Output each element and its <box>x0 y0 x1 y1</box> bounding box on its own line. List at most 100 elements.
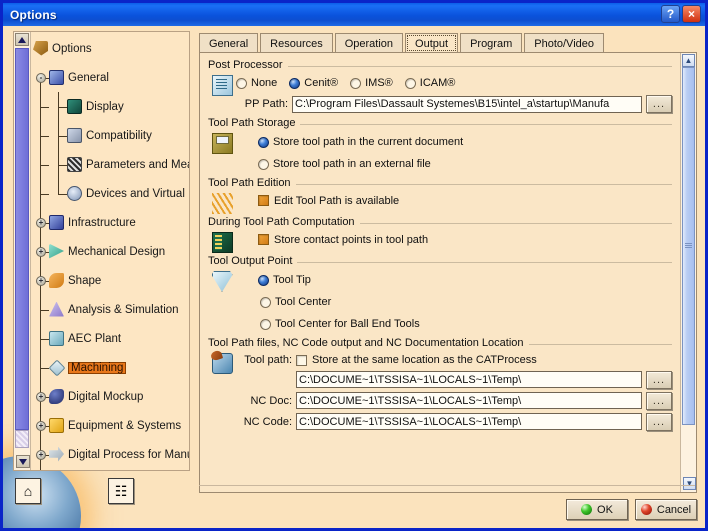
tool-output-point-icon <box>211 271 233 292</box>
tool-path-browse-button[interactable]: ... <box>646 370 672 389</box>
tree-scroll-thumb[interactable] <box>15 48 29 430</box>
tab-operation[interactable]: Operation <box>334 33 404 53</box>
group-legend-during-computation: During Tool Path Computation <box>208 216 360 228</box>
radio-icam[interactable]: ICAM® <box>404 77 456 89</box>
checkbox-store-contact-points[interactable]: Store contact points in tool path <box>258 230 672 249</box>
pp-path-input[interactable]: C:\Program Files\Dassault Systemes\B15\i… <box>292 95 642 113</box>
sidebar-item-label: Digital Mockup <box>68 390 144 403</box>
radio-tool-tip-label: Tool Tip <box>273 274 311 286</box>
pp-path-browse-button[interactable]: ... <box>646 95 672 113</box>
nc-doc-browse-button[interactable]: ... <box>646 391 672 410</box>
tree-scroll-up-icon[interactable] <box>15 33 29 46</box>
nc-code-browse-button[interactable]: ... <box>646 412 672 431</box>
ok-ball-icon <box>581 504 593 515</box>
edit-tool-path-icon <box>211 193 233 214</box>
scroll-up-icon[interactable]: ▲ <box>682 54 695 67</box>
tree-line <box>58 164 67 166</box>
tab-program[interactable]: Program <box>460 33 523 53</box>
sidebar-item-ergonomics-design-analys[interactable]: +Ergonomics Design & Analys <box>31 469 189 470</box>
computation-icon-slot <box>208 230 236 253</box>
sidebar-item-digital-mockup[interactable]: + Digital Mockup <box>31 382 189 411</box>
help-icon[interactable]: ? <box>661 5 680 23</box>
group-during-tool-path-computation: During Tool Path Computation Store conta… <box>208 216 672 253</box>
pp-path-label: PP Path: <box>244 98 288 110</box>
options-report-button[interactable]: ☷ <box>108 478 134 504</box>
infrastructure-icon: + <box>36 214 65 231</box>
checkbox-edit-tool-path-available[interactable]: Edit Tool Path is available <box>258 191 672 210</box>
sidebar-item-analysis-simulation[interactable]: Analysis & Simulation <box>31 295 189 324</box>
scroll-thumb[interactable] <box>682 67 695 425</box>
digital-process-icon-glyph <box>49 446 64 462</box>
aec-plant-icon-glyph <box>49 330 64 346</box>
tree-scroll-down-icon[interactable] <box>16 455 30 468</box>
compatibility-icon-glyph <box>67 127 82 143</box>
close-icon[interactable]: × <box>682 5 701 23</box>
radio-none[interactable]: None <box>236 77 277 89</box>
radio-store-current-document[interactable]: Store tool path in the current document <box>258 131 672 153</box>
scroll-down-icon[interactable]: ▼ <box>683 477 696 490</box>
sidebar-item-compatibility[interactable]: Compatibility <box>31 121 189 150</box>
tree-scroll-grip[interactable] <box>15 430 29 448</box>
tab-strip[interactable]: General Resources Operation Output Program Ph… <box>199 31 606 53</box>
radio-tool-center-ball-end[interactable]: Tool Center for Ball End Tools <box>258 313 672 335</box>
display-icon-glyph <box>67 98 82 114</box>
nc-code-input[interactable]: C:\DOCUME~1\TSSISA~1\LOCALS~1\Temp\ <box>296 413 642 430</box>
radio-store-external-file[interactable]: Store tool path in an external file <box>258 153 672 175</box>
radio-tool-tip[interactable]: Tool Tip <box>258 269 672 291</box>
sidebar-item-label: General <box>68 71 109 84</box>
equipment-icon-glyph <box>49 417 64 433</box>
tab-photo-video[interactable]: Photo/Video <box>524 33 604 53</box>
tree-scrollbar[interactable] <box>14 32 31 470</box>
tab-output[interactable]: Output <box>405 33 459 53</box>
sidebar-item-digital-process-for-manufact[interactable]: + Digital Process for Manufact <box>31 440 189 469</box>
cancel-ball-icon <box>640 504 652 515</box>
sidebar-item-label: Mechanical Design <box>68 245 166 258</box>
footer-separator <box>199 485 695 486</box>
group-post-processor: Post Processor None Cenit® IMS® ICAM® PP… <box>208 59 672 115</box>
parameters-icon <box>67 156 83 173</box>
equipment-icon: + <box>36 417 65 434</box>
checkbox-store-same-location[interactable]: Store at the same location as the CATPro… <box>296 354 537 366</box>
tab-resources[interactable]: Resources <box>260 33 333 53</box>
nc-doc-input[interactable]: C:\DOCUME~1\TSSISA~1\LOCALS~1\Temp\ <box>296 392 642 409</box>
expand-icon[interactable]: + <box>36 391 46 402</box>
ok-button[interactable]: OK <box>566 499 628 520</box>
home-options-button[interactable]: ⌂ <box>15 478 41 504</box>
expand-icon[interactable]: + <box>36 217 46 228</box>
cancel-button[interactable]: Cancel <box>635 499 697 520</box>
devices-icon <box>67 185 83 202</box>
options-tree[interactable]: Options - General Display Compatibility Param… <box>31 34 189 470</box>
radio-tool-center-ball-end-label: Tool Center for Ball End Tools <box>275 318 420 330</box>
radio-cenit[interactable]: Cenit® <box>289 77 338 89</box>
sidebar-item-shape[interactable]: + Shape <box>31 266 189 295</box>
post-processor-icon-slot <box>208 73 236 96</box>
sidebar-item-machining[interactable]: Machining <box>31 353 189 382</box>
radio-icam-label: ICAM® <box>419 77 456 89</box>
radio-tool-center-label: Tool Center <box>275 296 332 308</box>
digital-process-icon: + <box>36 446 65 463</box>
sidebar-item-display[interactable]: Display <box>31 92 189 121</box>
tab-general[interactable]: General <box>199 33 259 53</box>
tool-path-path-input[interactable]: C:\DOCUME~1\TSSISA~1\LOCALS~1\Temp\ <box>296 371 642 388</box>
ok-button-label: OK <box>597 503 613 516</box>
sidebar-item-aec-plant[interactable]: AEC Plant <box>31 324 189 353</box>
sidebar-item-devices-and-virtual-realit[interactable]: Devices and Virtual Realit <box>31 179 189 208</box>
radio-ims[interactable]: IMS® <box>350 77 393 89</box>
page-scrollbar[interactable]: ▲ ▼ <box>680 53 696 492</box>
sidebar-item-general[interactable]: - General <box>31 63 189 92</box>
sidebar-item-parameters-and-measure[interactable]: Parameters and Measure <box>31 150 189 179</box>
sidebar-item-mechanical-design[interactable]: + Mechanical Design <box>31 237 189 266</box>
radio-tool-center[interactable]: Tool Center <box>258 291 672 313</box>
sidebar-item-label: Display <box>86 100 124 113</box>
expand-icon[interactable]: + <box>36 449 46 460</box>
expand-icon[interactable]: + <box>36 275 46 286</box>
expand-icon[interactable]: + <box>36 420 46 431</box>
sidebar-item-equipment-systems[interactable]: + Equipment & Systems <box>31 411 189 440</box>
sidebar-item-options[interactable]: Options <box>31 34 189 63</box>
tree-line <box>58 193 67 195</box>
collapse-icon[interactable]: - <box>36 72 46 83</box>
sidebar-item-label: Options <box>52 42 92 55</box>
sidebar-item-infrastructure[interactable]: + Infrastructure <box>31 208 189 237</box>
expand-icon[interactable]: + <box>36 246 46 257</box>
nc-code-row: NC Code: C:\DOCUME~1\TSSISA~1\LOCALS~1\T… <box>236 411 672 432</box>
